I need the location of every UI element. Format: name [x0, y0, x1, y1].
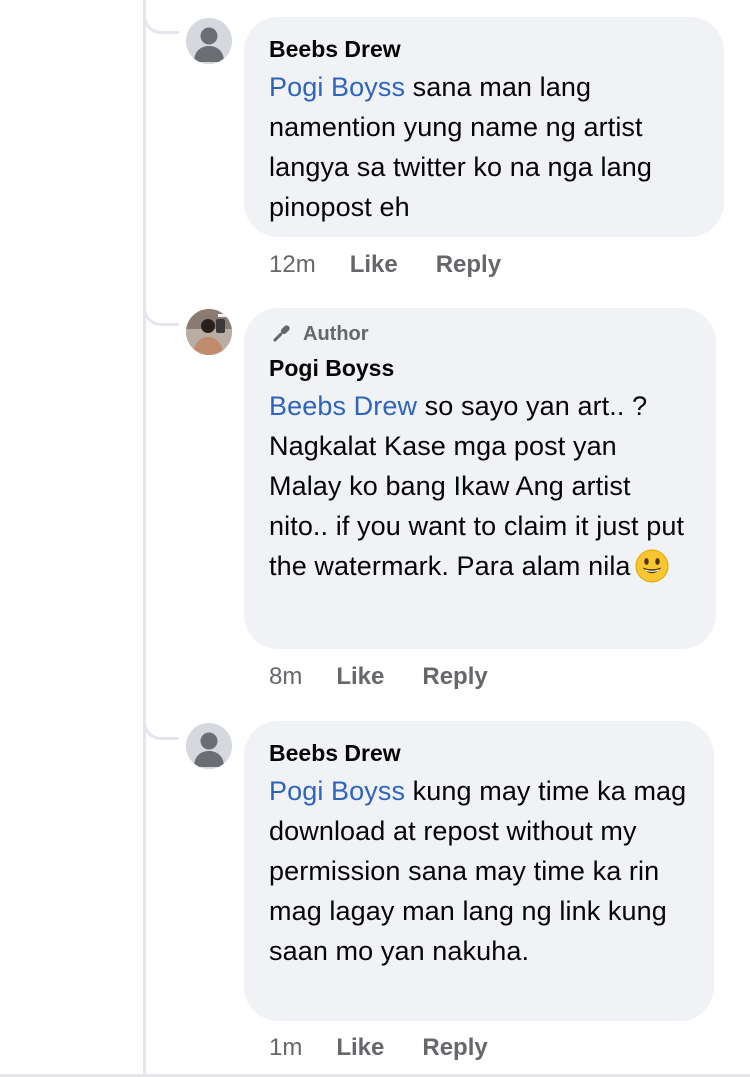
default-avatar-icon: [186, 723, 232, 769]
like-button[interactable]: Like: [336, 662, 384, 692]
comment-actions: 8m Like Reply: [269, 662, 488, 692]
comment-actions: 1m Like Reply: [269, 1033, 488, 1063]
mention-link[interactable]: Beebs Drew: [269, 391, 417, 421]
comment-timestamp[interactable]: 8m: [269, 662, 302, 692]
mention-link[interactable]: Pogi Boyss: [269, 72, 405, 102]
comment-bubble: Beebs Drew Pogi Boyss sana man lang name…: [244, 17, 724, 237]
comment-text: Pogi Boyss kung may time ka mag download…: [269, 771, 690, 971]
profile-photo: [186, 309, 232, 355]
reply-connector: [143, 0, 179, 34]
reply-button[interactable]: Reply: [422, 1033, 487, 1063]
like-button[interactable]: Like: [350, 250, 398, 280]
author-badge: Author: [269, 322, 692, 346]
microphone-icon: [269, 322, 293, 346]
author-badge-label: Author: [303, 323, 369, 345]
reply-button[interactable]: Reply: [422, 662, 487, 692]
reply-connector: [143, 706, 179, 740]
comment-text: Beebs Drew so sayo yan art.. ? Nagkalat …: [269, 386, 692, 586]
comment-actions: 12m Like Reply: [269, 250, 501, 280]
comment-author-name[interactable]: Beebs Drew: [269, 35, 700, 63]
comment-author-name[interactable]: Beebs Drew: [269, 739, 690, 767]
thread-line: [143, 0, 146, 1077]
reply-connector: [143, 292, 179, 326]
comment-timestamp[interactable]: 1m: [269, 1033, 302, 1063]
mention-link[interactable]: Pogi Boyss: [269, 776, 405, 806]
avatar[interactable]: [186, 723, 232, 769]
like-button[interactable]: Like: [336, 1033, 384, 1063]
comment-timestamp[interactable]: 12m: [269, 250, 316, 280]
default-avatar-icon: [186, 18, 232, 64]
comment-text: Pogi Boyss sana man lang namention yung …: [269, 67, 700, 227]
avatar[interactable]: [186, 309, 232, 355]
avatar[interactable]: [186, 18, 232, 64]
smiley-emoji: [635, 549, 669, 583]
reply-button[interactable]: Reply: [436, 250, 501, 280]
comment-bubble: Author Pogi Boyss Beebs Drew so sayo yan…: [244, 308, 716, 649]
comment-bubble: Beebs Drew Pogi Boyss kung may time ka m…: [244, 721, 714, 1021]
comment-author-name[interactable]: Pogi Boyss: [269, 354, 692, 382]
